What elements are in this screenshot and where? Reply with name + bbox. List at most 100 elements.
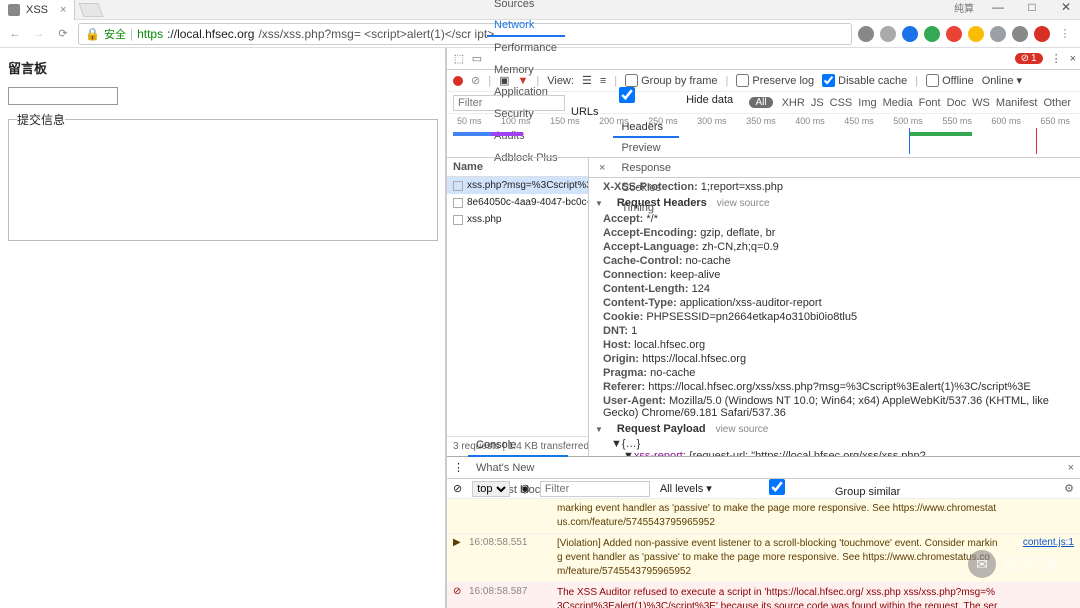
- filter-type-img[interactable]: Img: [855, 97, 879, 109]
- online-select[interactable]: Online ▾: [982, 74, 1022, 87]
- extension-icon[interactable]: [902, 26, 918, 42]
- filter-type-doc[interactable]: Doc: [944, 97, 970, 109]
- tab-close-icon[interactable]: ×: [60, 4, 66, 16]
- offline-checkbox[interactable]: Offline: [926, 74, 974, 87]
- console-tabs: ⋮ ConsoleWhat's NewRequest blocking ×: [447, 457, 1080, 479]
- request-row[interactable]: xss.php?msg=%3Cscript%3Ealert…: [447, 177, 588, 194]
- devtools-tab-network[interactable]: Network: [487, 15, 565, 37]
- request-row[interactable]: xss.php: [447, 211, 588, 228]
- header-row: Accept-Encoding: gzip, deflate, br: [595, 226, 1074, 240]
- inspect-icon[interactable]: ⬚: [451, 52, 467, 65]
- extension-icon[interactable]: [1012, 26, 1028, 42]
- window-maximize-button[interactable]: □: [1022, 0, 1042, 15]
- adblock-icon[interactable]: [1034, 26, 1050, 42]
- window-label: 纯算: [954, 0, 974, 15]
- header-row: Accept-Language: zh-CN,zh;q=0.9: [595, 240, 1074, 254]
- console-tab-what-s-new[interactable]: What's New: [468, 457, 568, 479]
- console-clear-icon[interactable]: ⊘: [453, 482, 462, 495]
- devtools-close-icon[interactable]: ×: [1070, 53, 1076, 65]
- preserve-log-checkbox[interactable]: Preserve log: [736, 74, 814, 87]
- header-row: Connection: keep-alive: [595, 268, 1074, 282]
- fieldset-legend: 提交信息: [17, 111, 65, 128]
- view-small-icon[interactable]: ≡: [600, 75, 606, 87]
- window-close-button[interactable]: ✕: [1056, 0, 1076, 15]
- request-detail: × HeadersPreviewResponseCookiesTiming X-…: [589, 158, 1080, 456]
- devtools-tab-memory[interactable]: Memory: [487, 59, 565, 81]
- secure-label: 安全: [104, 26, 126, 42]
- detail-tabs: × HeadersPreviewResponseCookiesTiming: [589, 158, 1080, 178]
- console-filter-input[interactable]: [540, 481, 650, 497]
- group-by-frame-checkbox[interactable]: Group by frame: [625, 74, 717, 87]
- request-headers-section[interactable]: Request Headersview source: [595, 194, 1074, 212]
- new-tab-button[interactable]: [79, 3, 104, 17]
- drawer-menu-icon[interactable]: ⋮: [453, 461, 464, 474]
- disable-cache-checkbox[interactable]: Disable cache: [822, 74, 907, 87]
- filter-type-font[interactable]: Font: [916, 97, 944, 109]
- filter-type-manifest[interactable]: Manifest: [993, 97, 1041, 109]
- extension-icon[interactable]: [924, 26, 940, 42]
- header-row: Content-Length: 124: [595, 282, 1074, 296]
- extension-icon[interactable]: [990, 26, 1006, 42]
- text-input[interactable]: [8, 87, 118, 105]
- header-row: Host: local.hfsec.org: [595, 338, 1074, 352]
- console-tab-console[interactable]: Console: [468, 435, 568, 457]
- tab-title: XSS: [26, 4, 48, 16]
- menu-icon[interactable]: ⋮: [1056, 25, 1074, 43]
- detail-close-icon[interactable]: ×: [593, 162, 611, 174]
- detail-tab-response[interactable]: Response: [613, 158, 679, 178]
- extension-icon[interactable]: [880, 26, 896, 42]
- header-row: Origin: https://local.hfsec.org: [595, 352, 1074, 366]
- clear-button[interactable]: ⊘: [471, 74, 480, 87]
- header-row: User-Agent: Mozilla/5.0 (Windows NT 10.0…: [595, 394, 1074, 420]
- extension-icon[interactable]: [946, 26, 962, 42]
- favicon-icon: [8, 4, 20, 16]
- header-row: Content-Type: application/xss-auditor-re…: [595, 296, 1074, 310]
- device-icon[interactable]: ▭: [469, 52, 485, 65]
- request-list: Name xss.php?msg=%3Cscript%3Ealert…8e640…: [447, 158, 589, 456]
- detail-body[interactable]: X-XSS-Protection: 1;report=xss.php Reque…: [589, 178, 1080, 456]
- error-count-badge[interactable]: ⊘ 1: [1015, 53, 1043, 64]
- eye-icon[interactable]: ◉: [520, 482, 530, 495]
- header-row: Cookie: PHPSESSID=pn2664etkap4o310bi0io8…: [595, 310, 1074, 324]
- page-content: 留言板 提交信息: [0, 48, 446, 608]
- filter-type-css[interactable]: CSS: [827, 97, 856, 109]
- devtools-tab-performance[interactable]: Performance: [487, 37, 565, 59]
- devtools-menu-icon[interactable]: ⋮: [1051, 52, 1062, 65]
- group-similar-checkbox[interactable]: Group similar: [722, 479, 900, 498]
- request-row[interactable]: 8e64050c-4aa9-4047-bc0c-184…: [447, 194, 588, 211]
- filter-type-other[interactable]: Other: [1040, 97, 1074, 109]
- console-row: ⊘16:08:58.587The XSS Auditor refused to …: [447, 583, 1080, 608]
- console-row: marking event handler as 'passive' to ma…: [447, 499, 1080, 534]
- forward-button[interactable]: →: [30, 25, 48, 43]
- devtools-tab-application[interactable]: Application: [487, 81, 565, 103]
- devtools-tabs: ⬚ ▭ ElementsConsoleSourcesNetworkPerform…: [447, 48, 1080, 70]
- header-row: DNT: 1: [595, 324, 1074, 338]
- filter-all[interactable]: All: [749, 97, 772, 108]
- devtools-tab-sources[interactable]: Sources: [487, 0, 565, 15]
- reload-button[interactable]: ⟳: [54, 25, 72, 43]
- record-button[interactable]: [453, 76, 463, 86]
- console-toolbar: ⊘ top ◉ All levels ▾ Group similar ⚙: [447, 479, 1080, 499]
- header-row: Referer: https://local.hfsec.org/xss/xss…: [595, 380, 1074, 394]
- back-button[interactable]: ←: [6, 25, 24, 43]
- view-large-icon[interactable]: ☰: [582, 74, 592, 87]
- filter-type-media[interactable]: Media: [880, 97, 916, 109]
- network-timeline[interactable]: 50 ms100 ms150 ms200 ms250 ms300 ms350 m…: [447, 114, 1080, 158]
- header-row: Cache-Control: no-cache: [595, 254, 1074, 268]
- window-minimize-button[interactable]: —: [988, 0, 1008, 15]
- console-output[interactable]: marking event handler as 'passive' to ma…: [447, 499, 1080, 608]
- filter-type-ws[interactable]: WS: [969, 97, 993, 109]
- request-payload-section[interactable]: Request Payloadview source: [595, 420, 1074, 438]
- filter-type-xhr[interactable]: XHR: [779, 97, 808, 109]
- console-settings-icon[interactable]: ⚙: [1064, 482, 1074, 495]
- browser-tab[interactable]: XSS ×: [0, 0, 75, 20]
- filter-type-js[interactable]: JS: [808, 97, 827, 109]
- lock-icon: 🔒: [85, 27, 100, 41]
- extension-icon[interactable]: [858, 26, 874, 42]
- drawer-close-icon[interactable]: ×: [1068, 462, 1074, 474]
- url-protocol: https: [137, 27, 163, 41]
- context-select[interactable]: top: [472, 481, 510, 497]
- address-bar[interactable]: 🔒 安全 | https ://local.hfsec.org /xss/xss…: [78, 23, 852, 45]
- levels-select[interactable]: All levels ▾: [660, 482, 712, 495]
- extension-icon[interactable]: [968, 26, 984, 42]
